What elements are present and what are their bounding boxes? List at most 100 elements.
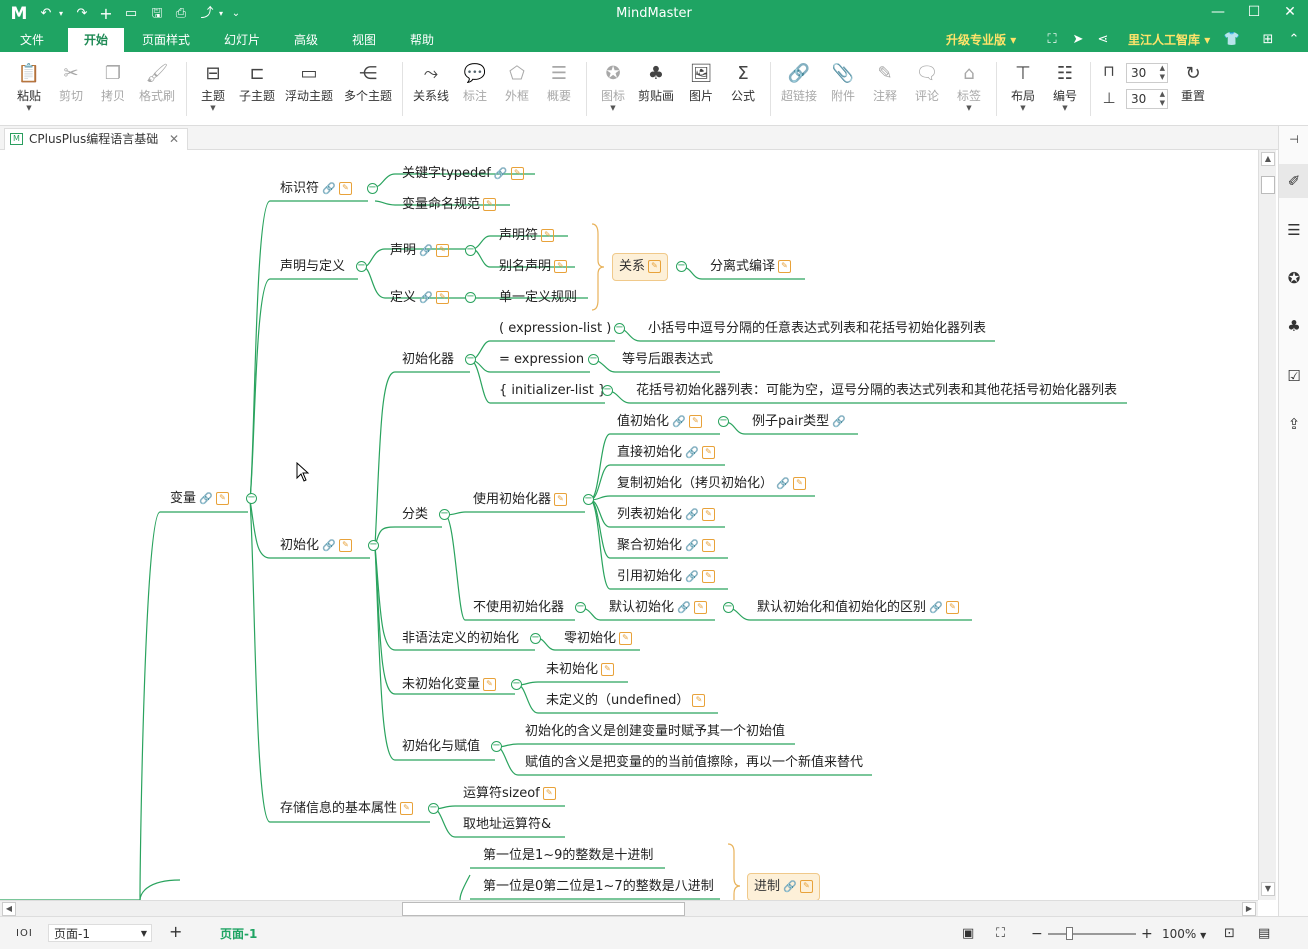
outline-panel-icon[interactable]: ☰ <box>1284 220 1304 240</box>
tab-page-style[interactable]: 页面样式 <box>134 28 198 52</box>
topic-default-init[interactable]: 默认初始化 🔗 ✎ <box>609 599 708 617</box>
topic-def[interactable]: 定义 🔗 ✎ <box>390 289 450 307</box>
topic-var[interactable]: 变量 🔗 ✎ <box>170 490 230 508</box>
multi-topic-button[interactable]: ⋲ 多个主题 <box>341 60 395 120</box>
tab-file[interactable]: 文件 <box>8 28 56 52</box>
page-view-icon[interactable]: IOI <box>16 925 33 943</box>
apps-icon[interactable]: ⊞ <box>1258 30 1278 50</box>
zoom-level[interactable]: 100% ▼ <box>1162 925 1206 943</box>
topic-category[interactable]: 分类 <box>402 506 428 524</box>
toggle-panel-icon[interactable]: ▤ <box>1258 925 1270 943</box>
export-icon[interactable]: ⤴ <box>198 4 216 24</box>
callout-button[interactable]: 💬 标注 <box>458 60 492 120</box>
vertical-spacing-input[interactable]: 30 ▲ ▼ <box>1126 89 1168 109</box>
collapse-toggle-icon[interactable]: − <box>439 509 450 520</box>
horizontal-scrollbar[interactable]: ◀ ▶ <box>0 900 1258 916</box>
undo-dropdown-icon[interactable]: ▾ <box>56 4 66 24</box>
page-select[interactable]: 页面-1 ▼ <box>48 924 152 942</box>
topic-no-initializer[interactable]: 不使用初始化器 <box>473 599 564 617</box>
link-icon[interactable]: 🔗 <box>783 874 797 900</box>
send-icon[interactable]: ➤ <box>1068 30 1088 50</box>
clipart-panel-icon[interactable]: ♣ <box>1284 316 1304 336</box>
topic-zero-init[interactable]: 零初始化 ✎ <box>564 630 633 648</box>
topic-value-init[interactable]: 值初始化 🔗 ✎ <box>617 413 703 431</box>
topic-list-init[interactable]: 列表初始化 🔗 ✎ <box>617 506 716 524</box>
topic-paren[interactable]: ( expression-list ) <box>499 320 611 338</box>
tab-start[interactable]: 开始 <box>68 28 124 52</box>
float-topic-button[interactable]: ▭ 浮动主题 <box>283 60 335 120</box>
note-icon[interactable]: ✎ <box>689 415 703 428</box>
summary-relation[interactable]: 关系 ✎ <box>612 253 669 281</box>
scroll-right-icon[interactable]: ▶ <box>1242 902 1256 916</box>
collapse-toggle-icon[interactable]: − <box>583 494 594 505</box>
tab-slides[interactable]: 幻灯片 <box>214 28 270 52</box>
icon-panel-icon[interactable]: ✪ <box>1284 268 1304 288</box>
topic-eq[interactable]: = expression <box>499 351 584 369</box>
note-icon[interactable]: ✎ <box>694 601 708 614</box>
topic-typedef[interactable]: 关键字typedef 🔗 ✎ <box>402 165 524 183</box>
export-dropdown-icon[interactable]: ▾ <box>216 4 226 24</box>
topic-button[interactable]: ⊟ 主题 ▼ <box>196 60 230 120</box>
cut-button[interactable]: ✂ 剪切 <box>52 60 90 120</box>
topic-octal[interactable]: 第一位是0第二位是1~7的整数是八进制 <box>483 878 714 896</box>
note-icon[interactable]: ✎ <box>400 802 414 815</box>
link-icon[interactable]: 🔗 <box>199 490 213 508</box>
link-icon[interactable]: 🔗 <box>322 537 336 555</box>
note-icon[interactable]: ✎ <box>436 244 450 257</box>
topic-uninit[interactable]: 未初始化 ✎ <box>546 661 615 679</box>
topic-uninit-var[interactable]: 未初始化变量 ✎ <box>402 676 497 694</box>
tab-view[interactable]: 视图 <box>340 28 388 52</box>
note-icon[interactable]: ✎ <box>436 291 450 304</box>
comment-button[interactable]: 🗨 评论 <box>910 60 944 120</box>
topic-identifier[interactable]: 标识符 🔗 ✎ <box>280 180 353 198</box>
collapse-toggle-icon[interactable]: − <box>465 354 476 365</box>
spinner-arrows-icon[interactable]: ▲ ▼ <box>1160 90 1165 108</box>
topic-init-assign[interactable]: 初始化与赋值 <box>402 738 480 756</box>
close-icon[interactable]: ✕ <box>1272 0 1308 26</box>
icon-button[interactable]: ✪ 图标 ▼ <box>596 60 630 120</box>
redo-icon[interactable]: ↷ <box>74 4 90 24</box>
topic-copy-init[interactable]: 复制初始化（拷贝初始化） 🔗 ✎ <box>617 475 807 493</box>
topic-use-initializer[interactable]: 使用初始化器 ✎ <box>473 491 568 509</box>
maximize-icon[interactable]: ☐ <box>1236 0 1272 26</box>
save-icon[interactable]: 🖫 <box>148 4 166 24</box>
collapse-toggle-icon[interactable]: − <box>246 493 257 504</box>
note-icon[interactable]: ✎ <box>793 477 807 490</box>
export-panel-icon[interactable]: ⇪ <box>1284 414 1304 434</box>
note-icon[interactable]: ✎ <box>601 663 615 676</box>
horizontal-spacing-input[interactable]: 30 ▲ ▼ <box>1126 63 1168 83</box>
note-icon[interactable]: ✎ <box>702 570 716 583</box>
topic-init[interactable]: 初始化 🔗 ✎ <box>280 537 353 555</box>
print-icon[interactable]: ⎙ <box>172 4 190 24</box>
summary-radix[interactable]: 进制 🔗 ✎ <box>747 873 821 900</box>
fit-width-icon[interactable]: ⊡ <box>1224 925 1235 943</box>
formula-button[interactable]: Σ 公式 <box>726 60 760 120</box>
share-icon[interactable]: ⋖ <box>1093 30 1113 50</box>
scroll-left-icon[interactable]: ◀ <box>2 902 16 916</box>
horizontal-scroll-thumb[interactable] <box>402 902 685 916</box>
collapse-toggle-icon[interactable]: − <box>588 354 599 365</box>
style-panel-icon[interactable]: ✐ <box>1279 164 1308 198</box>
topic-reference-init[interactable]: 引用初始化 🔗 ✎ <box>617 568 716 586</box>
undo-icon[interactable]: ↶ <box>38 4 54 24</box>
note-icon[interactable]: ✎ <box>510 167 524 180</box>
scroll-up-icon[interactable]: ▲ <box>1261 152 1275 166</box>
collapse-toggle-icon[interactable]: − <box>367 183 378 194</box>
topic-separate-compile[interactable]: 分离式编译 ✎ <box>710 258 792 276</box>
note-icon[interactable]: ✎ <box>483 198 497 211</box>
topic-storage[interactable]: 存储信息的基本属性 ✎ <box>280 800 414 818</box>
collapse-toggle-icon[interactable]: − <box>465 245 476 256</box>
topic-non-syntax-init[interactable]: 非语法定义的初始化 <box>402 630 519 648</box>
link-icon[interactable]: 🔗 <box>776 475 790 493</box>
add-page-icon[interactable]: + <box>169 923 182 941</box>
format-painter-button[interactable]: 🖌 格式刷 <box>136 60 178 120</box>
topic-decl-def[interactable]: 声明与定义 <box>280 258 345 276</box>
topic-paren-desc[interactable]: 小括号中逗号分隔的任意表达式列表和花括号初始化器列表 <box>648 320 986 338</box>
hyperlink-button[interactable]: 🔗 超链接 <box>778 60 820 120</box>
collapse-toggle-icon[interactable]: − <box>491 741 502 752</box>
tab-help[interactable]: 帮助 <box>398 28 446 52</box>
note-icon[interactable]: ✎ <box>702 539 716 552</box>
link-icon[interactable]: 🔗 <box>419 289 433 307</box>
summary-button[interactable]: ☰ 概要 <box>542 60 576 120</box>
collapse-toggle-icon[interactable]: − <box>356 261 367 272</box>
